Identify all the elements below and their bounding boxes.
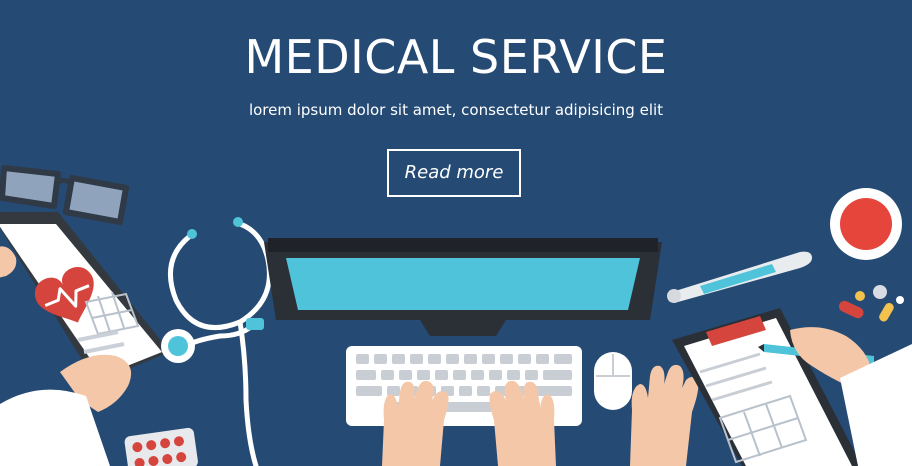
mouse-icon	[594, 352, 632, 410]
page-subtitle: lorem ipsum dolor sit amet, consectetur …	[248, 101, 664, 119]
monitor-icon	[264, 238, 662, 336]
tablet-heart-icon	[0, 212, 170, 382]
cup-icon	[830, 188, 902, 260]
read-more-button[interactable]: Read more	[387, 149, 521, 197]
stethoscope-icon	[161, 217, 272, 466]
medical-service-banner: MEDICAL SERVICE lorem ipsum dolor sit am…	[0, 0, 912, 466]
thermometer-icon	[667, 251, 812, 303]
pills-icon	[838, 285, 904, 322]
blister-pack-icon	[124, 427, 198, 466]
page-title: MEDICAL SERVICE	[244, 30, 668, 84]
